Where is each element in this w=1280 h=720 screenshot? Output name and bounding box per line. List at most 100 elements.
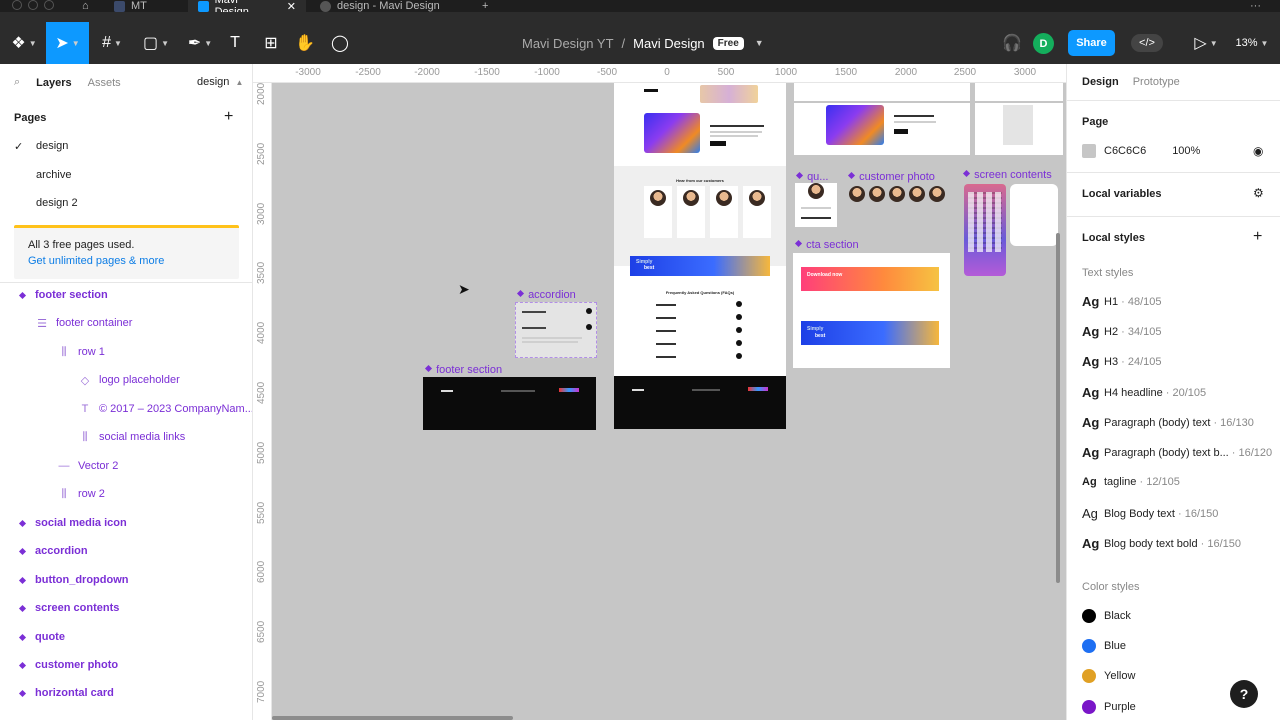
text-tool-button[interactable]: T [222, 22, 248, 64]
audio-button[interactable]: 🎧 [1000, 22, 1024, 64]
text-style-paragraph[interactable]: Ag Paragraph (body) text · 16/130 [1082, 415, 1254, 430]
text-style-h3[interactable]: Ag H3 · 24/105 [1082, 354, 1161, 369]
cta-faq-frame[interactable]: Simply best Frequently Asked Questions (… [614, 256, 786, 376]
browser-tab-mavi-design[interactable]: Mavi Design ✕ [188, 0, 306, 12]
window-close-dot[interactable] [12, 0, 22, 10]
main-menu-button[interactable]: ❖ ▼ [4, 22, 44, 64]
tab-layers[interactable]: Layers [36, 77, 71, 89]
footer-section-frame-label[interactable]: footer section [424, 364, 502, 376]
layer-logo-placeholder[interactable]: ◇ logo placeholder [79, 371, 180, 389]
page-color-value[interactable]: C6C6C6 [1104, 145, 1146, 157]
page-item-design[interactable]: ✓ design [14, 140, 68, 153]
page-switcher[interactable]: design ▲ [197, 76, 243, 88]
horizontal-scrollbar[interactable] [272, 716, 513, 720]
add-style-button[interactable]: + [1253, 228, 1262, 246]
color-style-yellow[interactable]: Yellow [1082, 669, 1135, 683]
dev-mode-toggle[interactable]: </> [1122, 22, 1172, 64]
testimonials-frame[interactable]: Hear from our customers [614, 166, 786, 266]
tab-prototype[interactable]: Prototype [1133, 76, 1180, 88]
window-minimize-dot[interactable] [28, 0, 38, 10]
layer-customer-photo[interactable]: customer photo [18, 656, 118, 674]
zoom-menu[interactable]: 13% ▼ [1232, 22, 1272, 64]
text-style-blog-body[interactable]: Ag Blog Body text · 16/150 [1082, 506, 1218, 521]
upgrade-link[interactable]: Get unlimited pages & more [28, 255, 225, 267]
text-style-tagline[interactable]: Ag tagline · 12/105 [1082, 476, 1180, 488]
color-style-purple[interactable]: Purple [1082, 700, 1136, 714]
layer-footer-container[interactable]: ☰ footer container [36, 314, 132, 332]
tab-design[interactable]: Design [1082, 76, 1119, 88]
present-button[interactable]: ▷ ▼ [1188, 22, 1224, 64]
file-name[interactable]: Mavi Design [633, 36, 705, 51]
chevron-down-icon[interactable]: ▼ [755, 38, 764, 48]
customer-photo-frame-label[interactable]: customer photo [847, 171, 935, 183]
color-swatch[interactable] [1082, 144, 1096, 158]
quote-component[interactable] [795, 183, 837, 227]
feature-frame[interactable] [614, 83, 786, 166]
screen-contents-frame-label[interactable]: screen contents [962, 169, 1052, 181]
layer-social-media-links[interactable]: ⫼ social media links [79, 428, 185, 446]
help-button[interactable]: ? [1230, 680, 1258, 708]
cta-section-frame-label[interactable]: cta section [794, 239, 859, 251]
layer-vector-2[interactable]: — Vector 2 [58, 457, 119, 475]
tab-assets[interactable]: Assets [88, 77, 121, 89]
page-background-row[interactable]: C6C6C6 100% [1082, 144, 1200, 158]
customer-photo-row[interactable] [847, 186, 947, 206]
page-item-archive[interactable]: archive [36, 169, 71, 181]
accordion-component[interactable] [515, 302, 597, 358]
layer-quote[interactable]: quote [18, 628, 65, 646]
window-zoom-dot[interactable] [44, 0, 54, 10]
footer-section-component[interactable] [423, 377, 596, 430]
layer-row-2[interactable]: ⫼ row 2 [58, 485, 104, 503]
layer-row-1[interactable]: ⫼ row 1 [58, 343, 104, 361]
move-tool-button[interactable]: ➤ ▼ [46, 22, 89, 64]
text-style-h1[interactable]: Ag H1 · 48/105 [1082, 294, 1161, 309]
pen-tool-button[interactable]: ✒ ▼ [180, 22, 220, 64]
design-canvas[interactable]: Hear from our customers Simply best Freq… [272, 83, 1066, 720]
local-variables-title[interactable]: Local variables [1082, 188, 1162, 200]
avatar[interactable]: D [1033, 33, 1054, 54]
page-opacity-value[interactable]: 100% [1172, 145, 1200, 157]
color-style-blue[interactable]: Blue [1082, 639, 1126, 653]
add-page-button[interactable]: + [224, 108, 233, 126]
home-tab[interactable]: ⌂ [72, 0, 99, 12]
layer-social-media-icon[interactable]: social media icon [18, 514, 127, 532]
layer-button-dropdown[interactable]: button_dropdown [18, 571, 128, 589]
sliders-icon[interactable]: ⚙ [1253, 186, 1264, 200]
close-icon[interactable]: ✕ [287, 0, 296, 13]
frame-tool-button[interactable]: # ▼ [92, 22, 132, 64]
top-frame-right[interactable] [794, 83, 970, 101]
blank-screen-frame[interactable] [1010, 184, 1058, 246]
text-style-h4[interactable]: Ag H4 headline · 20/105 [1082, 385, 1206, 400]
layer-accordion[interactable]: accordion [18, 542, 88, 560]
horizontal-card-frame[interactable] [794, 103, 970, 155]
layer-screen-contents[interactable]: screen contents [18, 599, 119, 617]
text-style-paragraph-bold[interactable]: Ag Paragraph (body) text b... · 16/120 [1082, 445, 1272, 460]
team-name[interactable]: Mavi Design YT [522, 36, 614, 51]
shape-tool-button[interactable]: ▢ ▼ [136, 22, 176, 64]
cta-section-component[interactable]: Download now Simply best [793, 253, 950, 368]
top-frame-far-right[interactable] [975, 83, 1063, 101]
layer-footer-section[interactable]: footer section [18, 286, 108, 304]
search-icon[interactable]: ⌕ [14, 76, 20, 89]
color-style-black[interactable]: Black [1082, 609, 1131, 623]
hand-tool-button[interactable]: ✋ [292, 22, 318, 64]
text-style-h2[interactable]: Ag H2 · 34/105 [1082, 324, 1161, 339]
accordion-frame-label[interactable]: accordion [516, 289, 576, 301]
footer-frame-main[interactable] [614, 376, 786, 429]
vertical-scrollbar[interactable] [1056, 233, 1060, 583]
page-item-design-2[interactable]: design 2 [36, 197, 78, 209]
text-style-blog-body-bold[interactable]: Ag Blog body text bold · 16/150 [1082, 536, 1241, 551]
resources-button[interactable]: ⊞ [258, 22, 284, 64]
eye-icon[interactable]: ◉ [1253, 144, 1263, 158]
browser-tab-design[interactable]: design - Mavi Design [310, 0, 450, 12]
card-frame-far-right[interactable] [975, 103, 1063, 155]
layer-copyright-text[interactable]: T © 2017 – 2023 CompanyNam... [79, 400, 252, 418]
more-menu-button[interactable]: ··· [1240, 0, 1271, 12]
browser-tab-mt[interactable]: MT [104, 0, 157, 12]
phone-screen-component[interactable] [964, 184, 1006, 276]
share-button[interactable]: Share [1068, 30, 1115, 56]
new-tab-button[interactable]: + [472, 0, 498, 12]
comment-tool-button[interactable]: ◯ [327, 22, 353, 64]
quote-frame-label[interactable]: qu... [795, 171, 828, 183]
layer-horizontal-card[interactable]: horizontal card [18, 684, 114, 702]
